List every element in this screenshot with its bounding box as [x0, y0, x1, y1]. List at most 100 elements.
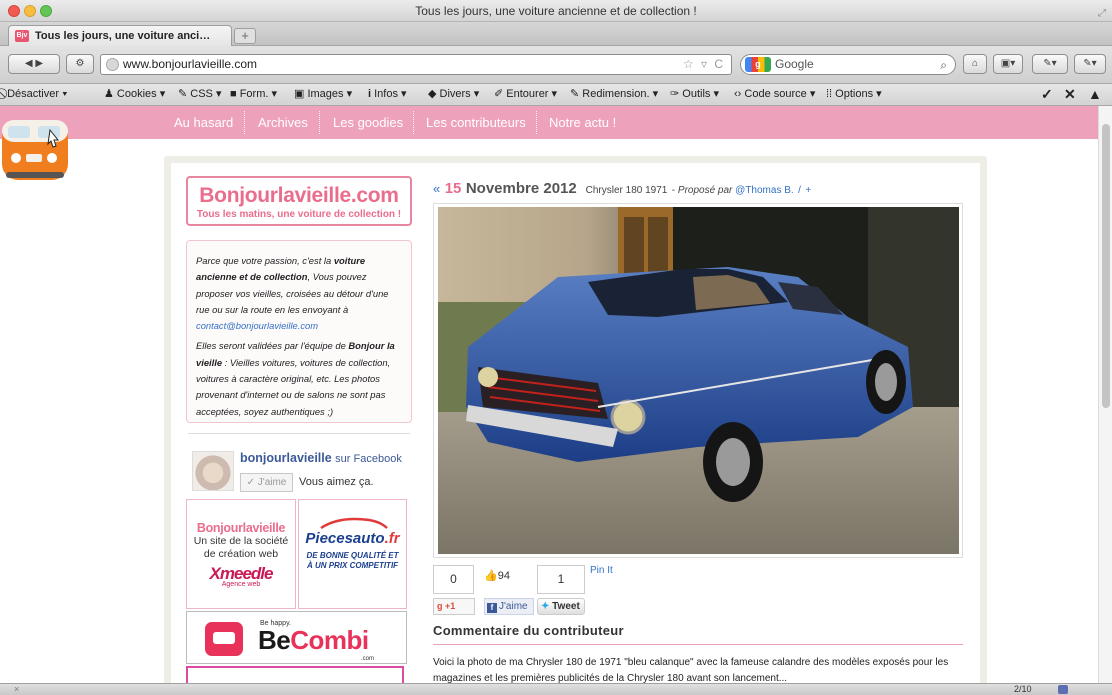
nav-news-link[interactable]: Notre actu ! — [549, 106, 616, 139]
divider — [188, 433, 410, 434]
separator: / — [798, 185, 801, 196]
contact-email-link[interactable]: contact@bonjourlavieille.com — [196, 320, 318, 331]
post-day: 15 — [444, 180, 462, 197]
wd-misc-menu[interactable]: ◆ Divers ▾ — [428, 84, 479, 105]
site-navigation: Au hasard Archives Les goodies Les contr… — [0, 106, 1098, 139]
wd-validate-icon[interactable]: ✓ — [1041, 84, 1053, 105]
post-car-name: Chrysler 180 1971 — [585, 185, 668, 196]
wd-outline-menu[interactable]: ✐ Entourer ▾ — [494, 84, 557, 105]
facebook-like-status: Vous aimez ça. — [299, 476, 374, 488]
intro-paragraph-2: Elles seront validées par l'équipe de Bo… — [196, 340, 395, 417]
scrollbar-thumb[interactable] — [1102, 124, 1110, 408]
wd-close-icon[interactable]: ✕ — [1064, 84, 1076, 105]
minimize-window-button[interactable] — [24, 5, 36, 17]
url-text: www.bonjourlavieille.com — [123, 57, 258, 71]
wd-css-menu[interactable]: ✎ CSS ▾ — [178, 84, 221, 105]
home-button[interactable]: ⌂ — [963, 54, 987, 74]
wd-options-menu[interactable]: ⁞⁞ Options ▾ — [826, 84, 882, 105]
tweet-count-box[interactable]: 1 — [537, 565, 585, 594]
facebook-jaime-button[interactable]: f J'aime — [484, 598, 534, 615]
ad-text: de création web — [203, 548, 279, 560]
previous-post-link[interactable]: « — [433, 181, 440, 196]
post-proposed-by: Proposé par — [677, 185, 733, 196]
close-addon-bar-icon[interactable]: × — [14, 684, 19, 695]
ad-text: DE BONNE QUALITÉ ET — [306, 551, 399, 560]
nav-contributors-link[interactable]: Les contributeurs — [426, 106, 526, 139]
nav-random-link[interactable]: Au hasard — [174, 106, 233, 139]
tab-label: Tous les jours, une voiture anci… — [35, 30, 211, 42]
pin-it-link[interactable]: Pin It — [590, 565, 613, 576]
meedle-ad[interactable]: Bonjourlavieille Un site de la société d… — [186, 499, 296, 609]
combi-van-icon — [205, 622, 243, 656]
post-month-year: Novembre 2012 — [465, 180, 577, 197]
page-scrollbar[interactable] — [1098, 106, 1112, 683]
nav-separator — [319, 111, 320, 134]
facebook-like-count[interactable]: 👍94 — [484, 569, 510, 582]
wd-images-menu[interactable]: ▣ Images ▾ — [294, 84, 352, 105]
ad-text: .com — [361, 656, 375, 662]
wd-disable-menu[interactable]: ⃠ Désactiver ▾ — [4, 84, 67, 105]
nav-separator — [413, 111, 414, 134]
post-header: « 15 Novembre 2012 Chrysler 180 1971 - P… — [433, 180, 812, 197]
addon-button-2[interactable]: ✎▾ — [1074, 54, 1106, 74]
search-icon[interactable]: ⌕ — [940, 56, 947, 75]
search-input[interactable]: g Google ⌕ — [740, 54, 956, 75]
tweet-button[interactable]: ✦ Tweet — [537, 598, 585, 615]
bookmark-reload-icons[interactable]: ☆ ▿ C — [683, 55, 725, 74]
page-viewport: Au hasard Archives Les goodies Les contr… — [0, 106, 1112, 683]
status-bar: × 2/10 — [0, 683, 1112, 695]
nav-goodies-link[interactable]: Les goodies — [333, 106, 403, 139]
facebook-page-name[interactable]: bonjourlavieille sur Facebook — [240, 451, 402, 465]
facebook-like-button[interactable]: ✓ J'aime — [240, 473, 293, 492]
wd-forms-menu[interactable]: ■ Form. ▾ — [230, 84, 277, 105]
piecesauto-logo: Piecesauto.fr — [305, 530, 400, 547]
google-engine-icon[interactable]: g — [745, 57, 771, 72]
addon-button[interactable]: ✎▾ — [1032, 54, 1068, 74]
twitter-bird-icon: ✦ — [541, 601, 550, 612]
piecesauto-ad[interactable]: Piecesauto.fr DE BONNE QUALITÉ ET À UN P… — [298, 499, 407, 609]
ad-text: Un site de la société — [193, 535, 289, 547]
wd-warning-icon[interactable]: ▲ — [1088, 84, 1102, 105]
close-window-button[interactable] — [8, 5, 20, 17]
search-placeholder: Google — [775, 57, 814, 71]
addon-status-icon[interactable] — [1058, 685, 1068, 694]
site-logo-tagline: Tous les matins, une voiture de collecti… — [196, 209, 402, 220]
web-developer-toolbar: ⃠ Désactiver ▾ ♟ Cookies ▾ ✎ CSS ▾ ■ For… — [0, 84, 1112, 106]
back-forward-buttons[interactable]: ◀ ▶ — [8, 54, 60, 74]
becombi-ad[interactable]: Be happy. BeCombi .com — [186, 611, 407, 664]
wd-cookies-menu[interactable]: ♟ Cookies ▾ — [104, 84, 165, 105]
post-author-link[interactable]: @Thomas B. — [735, 185, 794, 196]
new-tab-button[interactable]: + — [234, 28, 256, 44]
wd-tools-menu[interactable]: ✑ Outils ▾ — [670, 84, 719, 105]
ad-text: À UN PRIX COMPETITIF — [306, 561, 399, 570]
site-logo[interactable]: Bonjourlavieille.com Tous les matins, un… — [186, 176, 412, 226]
nav-archives-link[interactable]: Archives — [258, 106, 308, 139]
post-photo-frame — [433, 203, 963, 558]
van-logo-icon[interactable] — [0, 112, 72, 188]
site-identity-icon — [106, 58, 119, 71]
intro-paragraph-1: Parce que votre passion, c'est la voitur… — [196, 255, 389, 332]
ad-text: Agence web — [221, 581, 261, 588]
tab-active[interactable]: Bjv Tous les jours, une voiture anci… — [8, 25, 232, 46]
identity-icon[interactable]: ⚙ — [66, 54, 94, 74]
ad-banner-partial[interactable] — [186, 666, 404, 683]
wd-source-menu[interactable]: ‹› Code source ▾ — [734, 84, 815, 105]
intro-text-box: Parce que votre passion, c'est la voitur… — [186, 240, 412, 423]
comment-heading: Commentaire du contributeur — [433, 623, 624, 638]
post-more-link[interactable]: + — [805, 185, 811, 196]
car-photo[interactable] — [438, 207, 959, 554]
facebook-avatar[interactable] — [192, 451, 234, 491]
tab-bar: Bjv Tous les jours, une voiture anci… + — [0, 22, 1112, 46]
window-title: Tous les jours, une voiture ancienne et … — [415, 4, 697, 18]
nav-separator — [536, 111, 537, 134]
share-count-box[interactable]: 0 — [433, 565, 474, 594]
wd-infos-menu[interactable]: i Infos ▾ — [368, 84, 407, 105]
becombi-logo: BeCombi — [258, 625, 369, 655]
wd-resize-menu[interactable]: ✎ Redimension. ▾ — [570, 84, 658, 105]
thumbs-up-icon: 👍 — [484, 570, 498, 582]
url-bar[interactable]: www.bonjourlavieille.com ☆ ▿ C — [100, 54, 732, 75]
zoom-window-button[interactable] — [40, 5, 52, 17]
google-plus-button[interactable]: g +1 — [433, 598, 475, 615]
bookmarks-button[interactable]: ▣▾ — [993, 54, 1023, 74]
google-plus-icon: g — [437, 601, 443, 611]
